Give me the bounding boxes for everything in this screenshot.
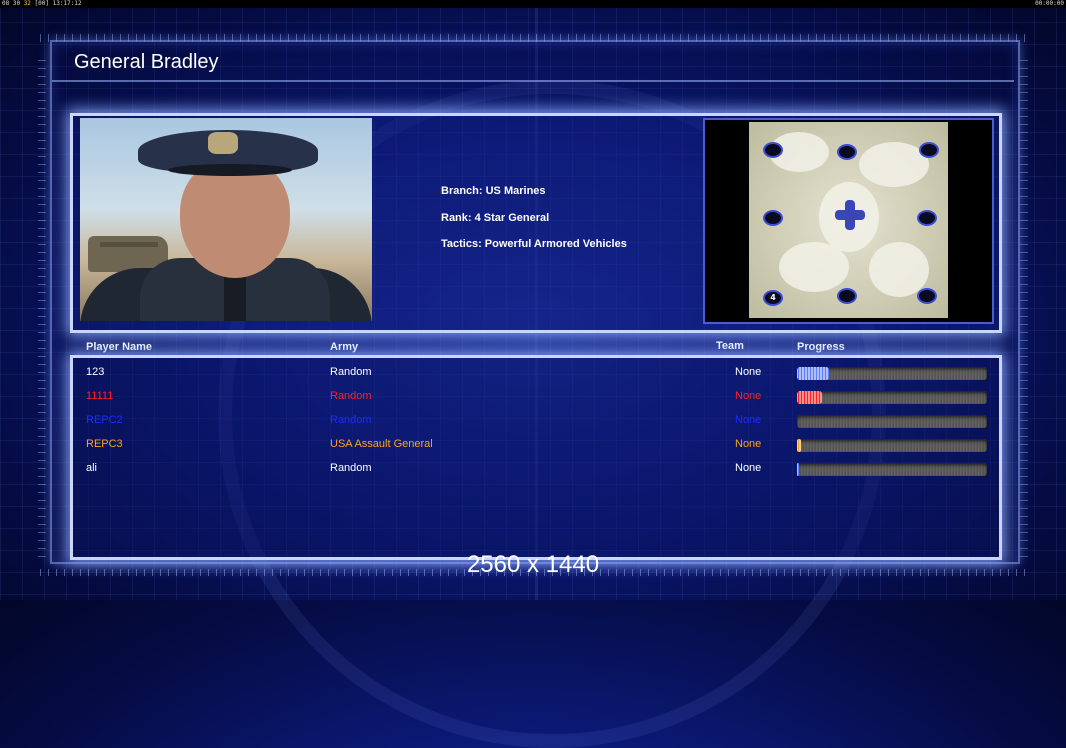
general-stats: Branch: US Marines Rank: 4 Star General …: [441, 185, 627, 265]
minimap-center-marker: [835, 200, 865, 230]
column-header-team: Team: [716, 340, 744, 352]
start-position-number: 4: [770, 293, 776, 302]
start-position-marker: [917, 288, 937, 304]
player-progress-fill: [797, 367, 829, 380]
player-row: REPC2 Random None: [0, 414, 1066, 434]
start-position-marker-4: 4: [763, 290, 783, 306]
general-title: General Bradley: [74, 51, 219, 73]
player-team: None: [735, 414, 762, 426]
general-tactics: Tactics: Powerful Armored Vehicles: [441, 238, 627, 250]
ruler-left: [38, 60, 46, 560]
player-army: Random: [330, 366, 372, 378]
player-progress-bar: [797, 463, 987, 476]
player-progress-bar: [797, 439, 987, 452]
minimap: 4: [703, 118, 994, 324]
player-row: REPC3 USA Assault General None: [0, 438, 1066, 458]
player-name: REPC3: [86, 438, 123, 450]
start-position-marker: [917, 210, 937, 226]
player-progress-fill: [797, 439, 801, 452]
player-team: None: [735, 438, 762, 450]
general-rank: Rank: 4 Star General: [441, 211, 550, 224]
player-name: REPC2: [86, 414, 123, 426]
player-name: 123: [86, 366, 105, 378]
player-progress-fill: [797, 463, 799, 476]
portrait-cap-badge: [208, 132, 238, 154]
column-header-progress: Progress: [797, 341, 845, 353]
player-progress-bar: [797, 415, 987, 428]
player-army: Random: [330, 390, 372, 402]
debug-clock-left: 08 30 32 [00] 13:17:12: [2, 0, 82, 7]
debug-clock-right: 00:00:00: [1035, 0, 1064, 7]
player-progress-bar: [797, 391, 987, 404]
title-divider: [52, 80, 1014, 82]
start-position-marker: [837, 288, 857, 304]
player-army: Random: [330, 414, 372, 426]
player-army: Random: [330, 462, 372, 474]
player-army: USA Assault General: [330, 438, 433, 450]
player-row: 11111 Random None: [0, 390, 1066, 410]
portrait-face: [180, 158, 290, 278]
player-progress-fill: [797, 391, 822, 404]
start-position-marker: [763, 142, 783, 158]
player-name: ali: [86, 462, 98, 474]
start-position-marker: [837, 144, 857, 160]
player-name: 11111: [86, 390, 114, 402]
general-portrait: [80, 118, 372, 321]
column-header-player-name: Player Name: [86, 341, 153, 353]
debug-topbar: 08 30 32 [00] 13:17:12 00:00:00: [0, 0, 1066, 8]
player-team: None: [735, 390, 762, 402]
player-row: 123 Random None: [0, 366, 1066, 386]
player-row: ali Random None: [0, 462, 1066, 482]
ruler-right: [1020, 60, 1028, 560]
portrait-visor: [168, 164, 292, 176]
portrait-tank-barrel: [100, 242, 158, 247]
column-header-army: Army: [330, 341, 359, 353]
player-team: None: [735, 366, 762, 378]
player-team: None: [735, 462, 762, 474]
resolution-overlay: 2560 x 1440: [466, 551, 600, 578]
minimap-terrain: 4: [749, 122, 948, 318]
general-branch: Branch: US Marines: [441, 185, 546, 197]
start-position-marker: [919, 142, 939, 158]
player-progress-bar: [797, 367, 987, 380]
start-position-marker: [763, 210, 783, 226]
